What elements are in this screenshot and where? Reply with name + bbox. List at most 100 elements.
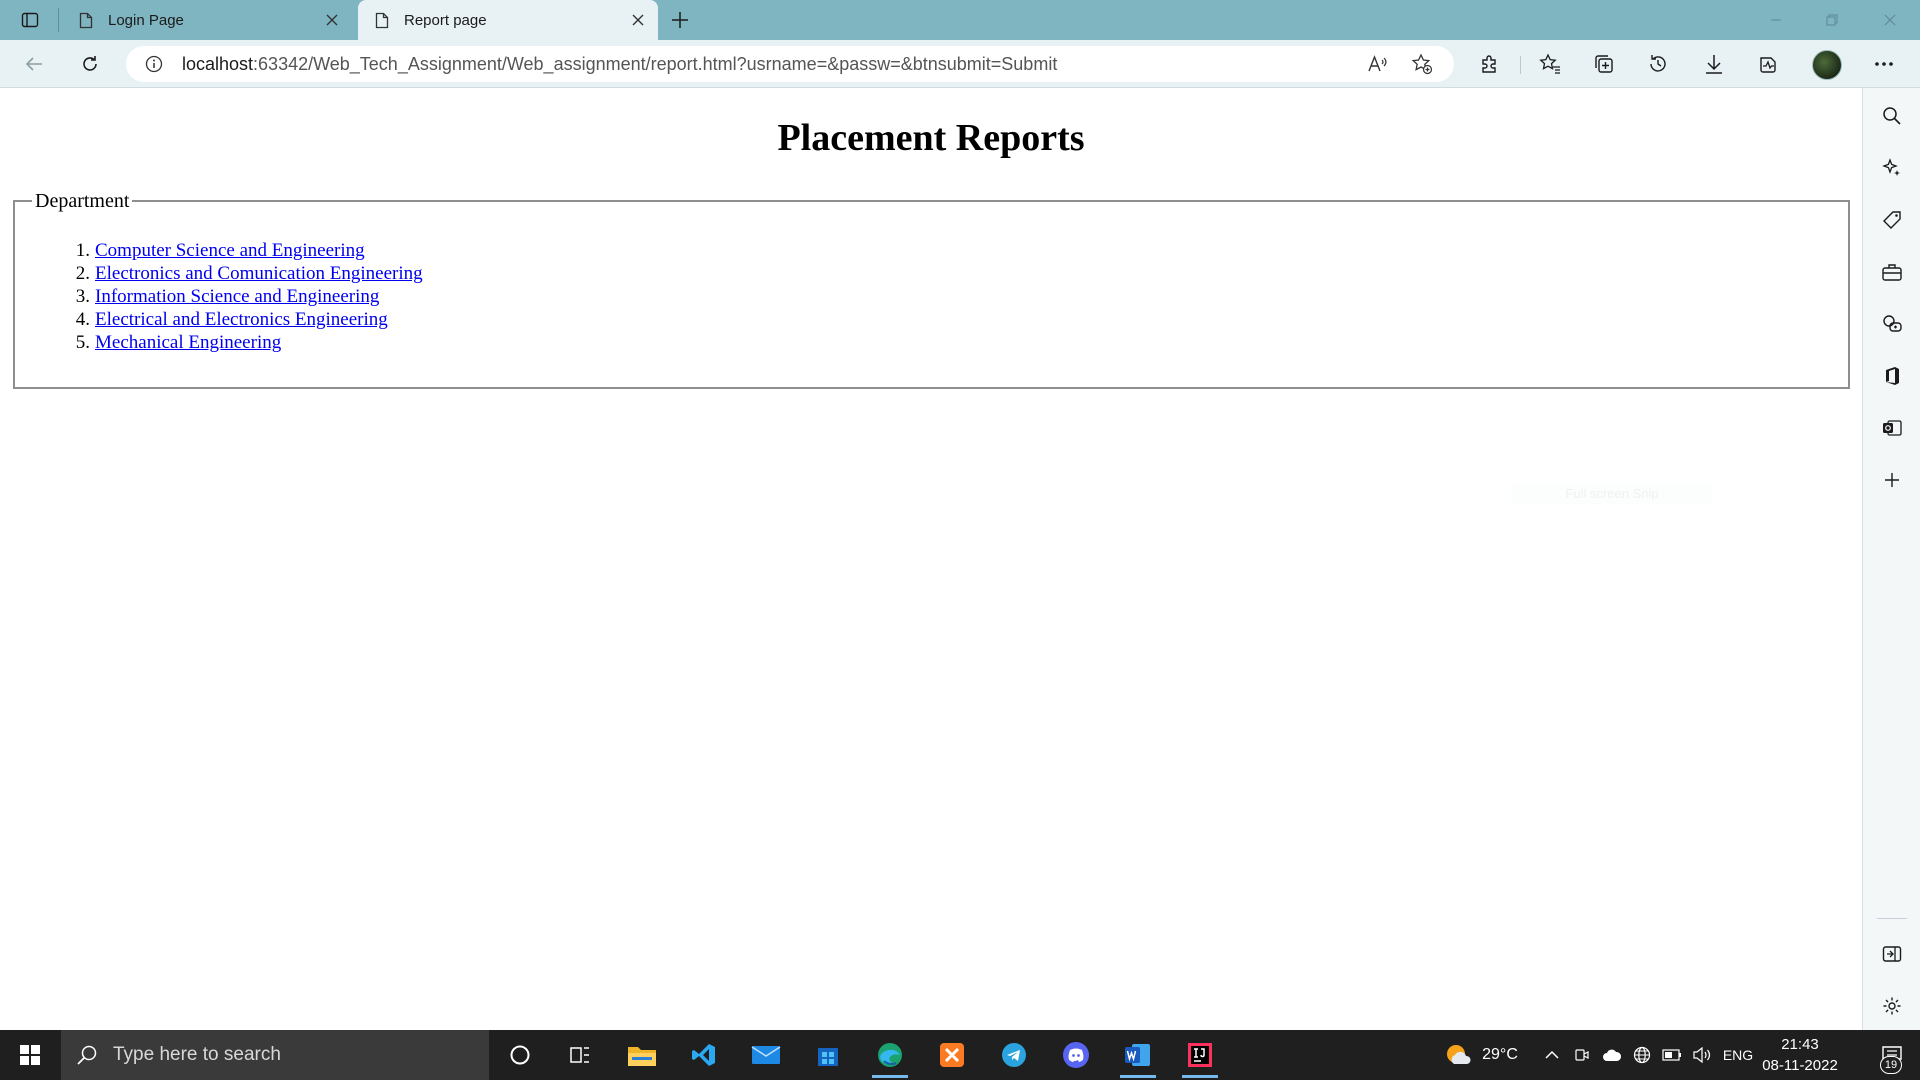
- list-number: 2.: [75, 263, 90, 284]
- downloads-button[interactable]: [1696, 48, 1732, 80]
- xampp-button[interactable]: [922, 1030, 982, 1080]
- department-link[interactable]: Electrical and Electronics Engineering: [95, 308, 388, 331]
- cortana-button[interactable]: [490, 1030, 550, 1080]
- url-path: :63342/Web_Tech_Assignment/Web_assignmen…: [253, 53, 1058, 74]
- list-number: 4.: [75, 309, 90, 330]
- mail-icon: [751, 1046, 781, 1064]
- close-icon[interactable]: [624, 6, 652, 34]
- favorites-button[interactable]: [1532, 48, 1568, 80]
- tag-icon: [1883, 211, 1901, 229]
- onedrive-button[interactable]: [1598, 1030, 1626, 1080]
- department-link[interactable]: Electronics and Comunication Engineering: [95, 262, 423, 285]
- search-icon: [75, 1043, 99, 1067]
- windows-logo-icon: [20, 1045, 40, 1065]
- battery-button[interactable]: [1658, 1030, 1686, 1080]
- vscode-button[interactable]: [674, 1030, 734, 1080]
- tab-login-page[interactable]: Login Page: [62, 0, 352, 40]
- browser-toolbar: localhost:63342/Web_Tech_Assignment/Web_…: [0, 40, 1920, 88]
- plus-icon: [672, 12, 688, 28]
- list-item: 5. Mechanical Engineering: [60, 331, 423, 354]
- search-placeholder: Type here to search: [113, 1044, 281, 1065]
- show-hidden-icons-button[interactable]: [1538, 1030, 1566, 1080]
- input-language-button[interactable]: ENG: [1718, 1030, 1758, 1080]
- tab-title: Report page: [404, 11, 487, 29]
- close-icon: [1884, 14, 1896, 26]
- sidebar-discover-button[interactable]: [1874, 150, 1910, 186]
- file-explorer-button[interactable]: [612, 1030, 672, 1080]
- mail-button[interactable]: [736, 1030, 796, 1080]
- department-link[interactable]: Information Science and Engineering: [95, 285, 379, 308]
- weather-sun-cloud-icon: [1447, 1045, 1471, 1064]
- extensions-button[interactable]: [1472, 48, 1508, 80]
- back-button[interactable]: [16, 48, 52, 80]
- temperature-text: 29°C: [1482, 1046, 1518, 1063]
- list-item: 3. Information Science and Engineering: [60, 285, 423, 308]
- info-icon[interactable]: [144, 54, 164, 74]
- hide-sidebar-button[interactable]: [1874, 936, 1910, 972]
- sidebar-settings-button[interactable]: [1874, 988, 1910, 1024]
- sidebar-add-button[interactable]: [1874, 462, 1910, 498]
- tab-report-page[interactable]: Report page: [358, 0, 658, 40]
- close-window-button[interactable]: [1862, 0, 1918, 40]
- outlook-icon: [1883, 420, 1902, 436]
- intellij-button[interactable]: [1170, 1030, 1230, 1080]
- speaker-icon: [1693, 1047, 1711, 1063]
- refresh-icon: [83, 56, 97, 71]
- meet-now-button[interactable]: [1568, 1030, 1596, 1080]
- weather-widget[interactable]: 29°C: [1434, 1030, 1528, 1080]
- profile-avatar[interactable]: [1812, 50, 1842, 80]
- performance-button[interactable]: [1750, 48, 1786, 80]
- network-button[interactable]: [1628, 1030, 1656, 1080]
- hide-sidebar-icon: [1882, 946, 1902, 962]
- tab-actions-button[interactable]: [8, 6, 52, 34]
- taskbar-search-input[interactable]: Type here to search: [61, 1030, 489, 1080]
- battery-icon: [1662, 1049, 1681, 1061]
- word-icon: [1125, 1044, 1150, 1066]
- close-icon[interactable]: [318, 6, 346, 34]
- windows-taskbar: Type here to search 29°C ENG 21:43 08-11…: [0, 1030, 1920, 1080]
- refresh-button[interactable]: [72, 48, 108, 80]
- task-view-button[interactable]: [550, 1030, 610, 1080]
- volume-button[interactable]: [1688, 1030, 1716, 1080]
- sidebar-search-button[interactable]: [1874, 98, 1910, 134]
- tab-actions-icon: [21, 12, 39, 28]
- language-text: ENG: [1722, 1047, 1754, 1063]
- department-list: 1. Computer Science and Engineering 2. Ele…: [60, 239, 423, 354]
- history-button[interactable]: [1640, 48, 1676, 80]
- heartbeat-shield-icon: [1760, 57, 1776, 73]
- games-icon: [1883, 315, 1902, 332]
- list-number: 3.: [75, 286, 90, 307]
- department-link[interactable]: Mechanical Engineering: [95, 331, 281, 354]
- start-button[interactable]: [0, 1030, 60, 1080]
- sidebar-separator: [1877, 918, 1907, 919]
- url-text[interactable]: localhost:63342/Web_Tech_Assignment/Web_…: [182, 54, 1057, 75]
- sidebar-office-button[interactable]: [1874, 358, 1910, 394]
- more-icon: [1875, 62, 1893, 66]
- store-button[interactable]: [798, 1030, 858, 1080]
- edge-taskbar-button[interactable]: [860, 1030, 920, 1080]
- address-bar[interactable]: localhost:63342/Web_Tech_Assignment/Web_…: [126, 46, 1454, 82]
- sidebar-tools-button[interactable]: [1874, 254, 1910, 290]
- discord-button[interactable]: [1046, 1030, 1106, 1080]
- clock-button[interactable]: 21:43 08-11-2022: [1760, 1034, 1840, 1076]
- arrow-left-icon: [25, 57, 42, 71]
- list-item: 1. Computer Science and Engineering: [60, 239, 423, 262]
- restore-button[interactable]: [1804, 0, 1860, 40]
- search-icon: [1883, 107, 1901, 125]
- read-aloud-button[interactable]: [1362, 48, 1394, 80]
- sidebar-outlook-button[interactable]: [1874, 410, 1910, 446]
- collections-button[interactable]: [1586, 48, 1622, 80]
- department-link[interactable]: Computer Science and Engineering: [95, 239, 365, 262]
- sparkle-icon: [1882, 158, 1900, 176]
- settings-and-more-button[interactable]: [1866, 48, 1902, 80]
- edge-icon: [878, 1043, 902, 1067]
- sidebar-games-button[interactable]: [1874, 306, 1910, 342]
- minimize-button[interactable]: [1748, 0, 1804, 40]
- sidebar-shopping-button[interactable]: [1874, 202, 1910, 238]
- list-item: 4. Electrical and Electronics Engineering: [60, 308, 423, 331]
- word-button[interactable]: [1108, 1030, 1168, 1080]
- add-favorite-button[interactable]: [1406, 48, 1438, 80]
- new-tab-button[interactable]: [664, 6, 696, 34]
- tab-separator: [58, 8, 59, 32]
- telegram-button[interactable]: [984, 1030, 1044, 1080]
